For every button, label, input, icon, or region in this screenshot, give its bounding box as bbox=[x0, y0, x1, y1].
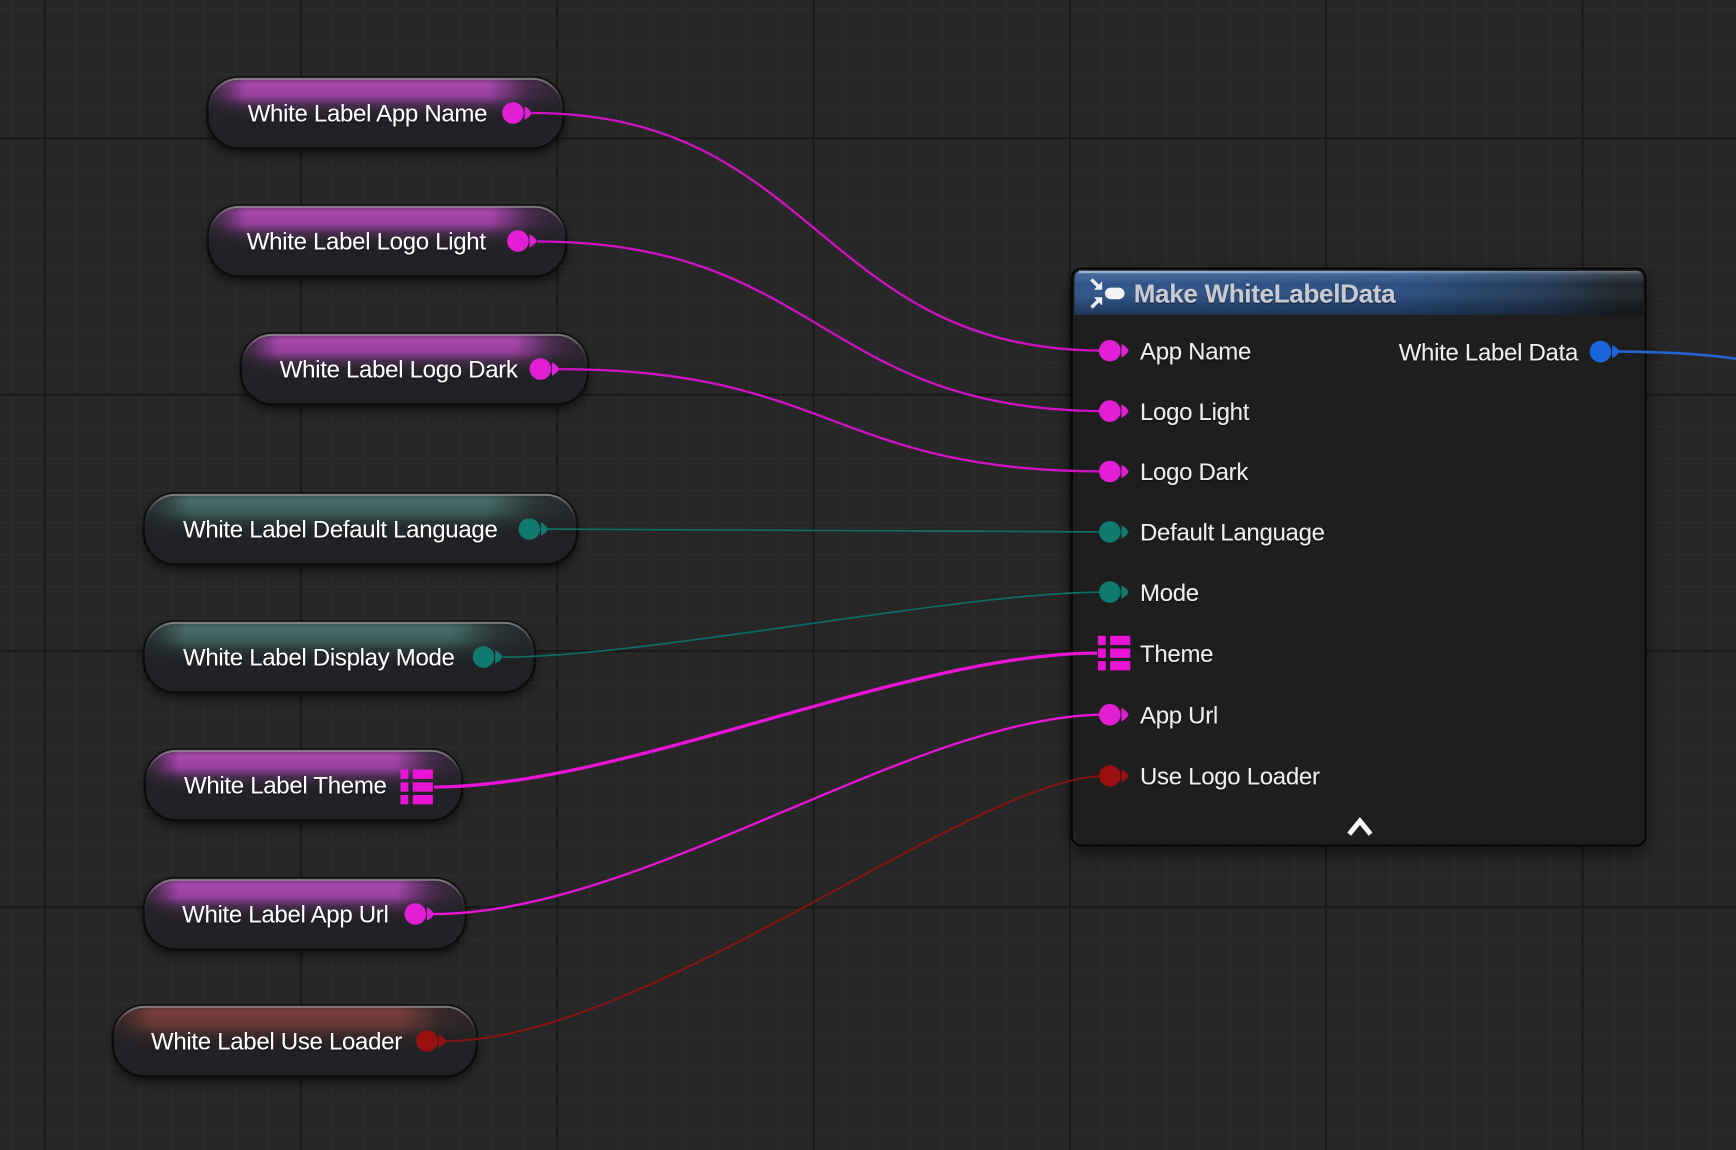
svg-text:White Label Logo Dark: White Label Logo Dark bbox=[280, 357, 519, 384]
svg-text:App Name: App Name bbox=[1140, 338, 1251, 365]
svg-text:White Label Use Loader: White Label Use Loader bbox=[151, 1029, 402, 1056]
svg-text:White Label Data: White Label Data bbox=[1399, 339, 1579, 366]
svg-text:Logo Dark: Logo Dark bbox=[1140, 459, 1249, 486]
svg-text:White Label Theme: White Label Theme bbox=[184, 773, 387, 800]
svg-text:White Label Default Language: White Label Default Language bbox=[183, 517, 498, 544]
svg-text:Theme: Theme bbox=[1140, 641, 1213, 668]
svg-text:White Label App Name: White Label App Name bbox=[248, 101, 487, 128]
svg-text:Mode: Mode bbox=[1140, 580, 1199, 607]
svg-text:Use Logo Loader: Use Logo Loader bbox=[1140, 764, 1320, 791]
svg-text:White Label App Url: White Label App Url bbox=[182, 902, 388, 929]
svg-text:App Url: App Url bbox=[1140, 702, 1218, 729]
svg-text:Make WhiteLabelData: Make WhiteLabelData bbox=[1134, 279, 1396, 309]
svg-text:White Label Display Mode: White Label Display Mode bbox=[183, 645, 455, 672]
svg-text:Logo Light: Logo Light bbox=[1140, 399, 1250, 426]
svg-text:Default Language: Default Language bbox=[1140, 520, 1325, 547]
svg-text:White Label Logo Light: White Label Logo Light bbox=[247, 229, 487, 256]
